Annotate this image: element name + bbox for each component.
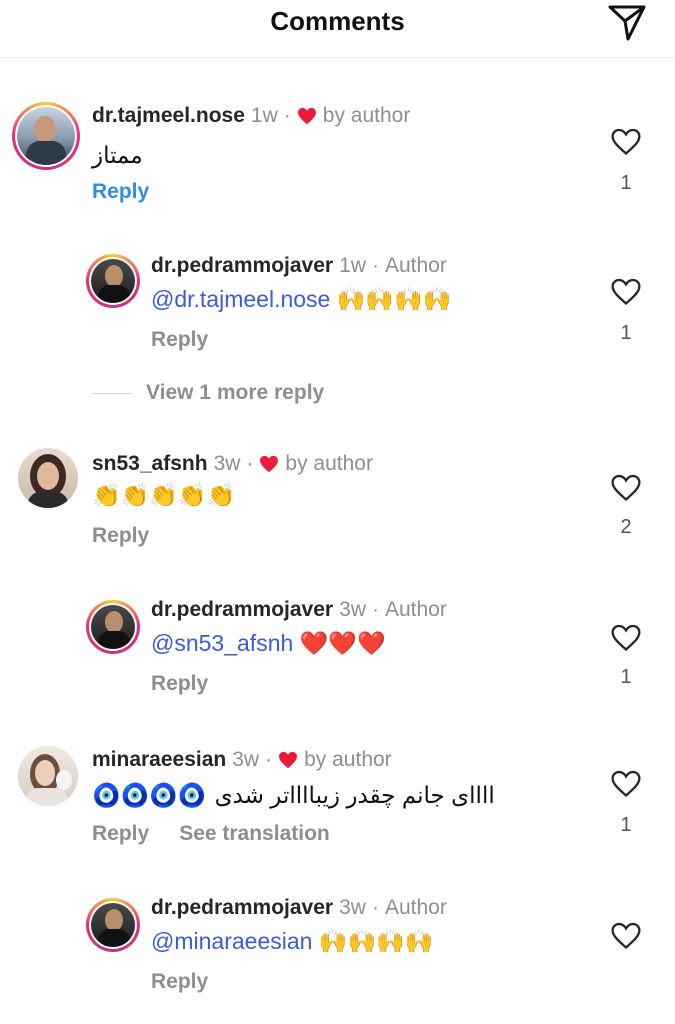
author-tag: Author: [384, 598, 447, 621]
separator-dot: ·: [265, 748, 273, 771]
like-count: 1: [620, 814, 632, 836]
comment-item: minaraeesian 3w · by author 🧿🧿🧿🧿 اااای ج…: [0, 738, 675, 858]
red-heart-icon: [260, 455, 279, 473]
avatar[interactable]: [86, 254, 140, 308]
avatar[interactable]: [86, 898, 140, 952]
heart-outline-icon[interactable]: [610, 922, 642, 950]
mention-link[interactable]: @sn53_afsnh: [151, 630, 293, 656]
red-heart-icon: [297, 107, 316, 125]
mention-link[interactable]: @minaraeesian: [151, 928, 312, 954]
comment-item: sn53_afsnh 3w · by author 👏👏👏👏👏 Reply 2: [0, 440, 675, 560]
comment-text: اااای جانم چقدر زیبااااتر شدی: [214, 782, 495, 808]
comment-username[interactable]: sn53_afsnh: [92, 452, 208, 476]
like-count: 2: [620, 516, 632, 538]
like-count: 1: [620, 172, 632, 194]
reply-button[interactable]: Reply: [151, 672, 208, 696]
emoji-text: 🙌🙌🙌🙌: [318, 929, 434, 955]
avatar[interactable]: [86, 600, 140, 654]
comment-time: 3w: [213, 452, 241, 475]
mention-link[interactable]: @dr.tajmeel.nose: [151, 286, 330, 312]
comment-text: ممتاز: [92, 142, 143, 168]
comment-username[interactable]: minaraeesian: [92, 748, 226, 772]
comment-item: dr.tajmeel.nose 1w · by author ممتاز Rep…: [0, 90, 675, 210]
avatar[interactable]: [12, 102, 80, 170]
comment-time: 3w: [339, 896, 366, 919]
separator-dot: ·: [283, 104, 291, 127]
separator-dot: ·: [371, 598, 379, 621]
comment-time: 1w: [339, 254, 366, 277]
reply-item: dr.pedrammojaver 3w · Author @sn53_afsnh…: [0, 588, 675, 708]
reply-button[interactable]: Reply: [151, 328, 208, 352]
emoji-text: ❤️❤️❤️: [299, 631, 386, 657]
send-icon[interactable]: [604, 2, 648, 42]
like-count: 1: [620, 666, 632, 688]
liked-by-author: by author: [322, 104, 411, 127]
reply-button[interactable]: Reply: [92, 180, 149, 204]
heart-outline-icon[interactable]: [610, 770, 642, 798]
heart-outline-icon[interactable]: [610, 474, 642, 502]
reply-item: dr.pedrammojaver 1w · Author @dr.tajmeel…: [0, 242, 675, 362]
heart-outline-icon[interactable]: [610, 128, 642, 156]
emoji-text: 🧿🧿🧿🧿: [92, 783, 207, 809]
header: Comments: [0, 0, 675, 58]
emoji-text: 👏👏👏👏👏: [92, 483, 236, 509]
divider: [92, 392, 132, 394]
separator-dot: ·: [371, 254, 379, 277]
reply-button[interactable]: Reply: [151, 970, 208, 994]
red-heart-icon: [279, 751, 298, 769]
reply-item: dr.pedrammojaver 3w · Author @minaraeesi…: [0, 886, 675, 1006]
comment-time: 1w: [250, 104, 278, 127]
heart-outline-icon[interactable]: [610, 278, 642, 306]
comment-time: 3w: [339, 598, 366, 621]
page-title: Comments: [270, 6, 405, 36]
separator-dot: ·: [371, 896, 379, 919]
liked-by-author: by author: [304, 748, 392, 771]
liked-by-author: by author: [285, 452, 373, 475]
author-tag: Author: [384, 254, 447, 277]
author-tag: Author: [384, 896, 447, 919]
comment-username[interactable]: dr.pedrammojaver: [151, 598, 333, 622]
separator-dot: ·: [246, 452, 254, 475]
comment-time: 3w: [232, 748, 260, 771]
comment-username[interactable]: dr.tajmeel.nose: [92, 104, 245, 128]
see-translation-button[interactable]: See translation: [179, 822, 330, 846]
comment-username[interactable]: dr.pedrammojaver: [151, 254, 333, 278]
view-more-label[interactable]: View 1 more reply: [146, 381, 324, 405]
heart-outline-icon[interactable]: [610, 624, 642, 652]
avatar[interactable]: [18, 746, 78, 806]
like-count: 1: [620, 322, 632, 344]
reply-button[interactable]: Reply: [92, 524, 149, 548]
emoji-text: 🙌🙌🙌🙌: [336, 287, 452, 313]
view-more-replies[interactable]: View 1 more reply: [92, 380, 324, 406]
reply-button[interactable]: Reply: [92, 822, 149, 846]
avatar[interactable]: [18, 448, 78, 508]
comment-username[interactable]: dr.pedrammojaver: [151, 896, 333, 920]
